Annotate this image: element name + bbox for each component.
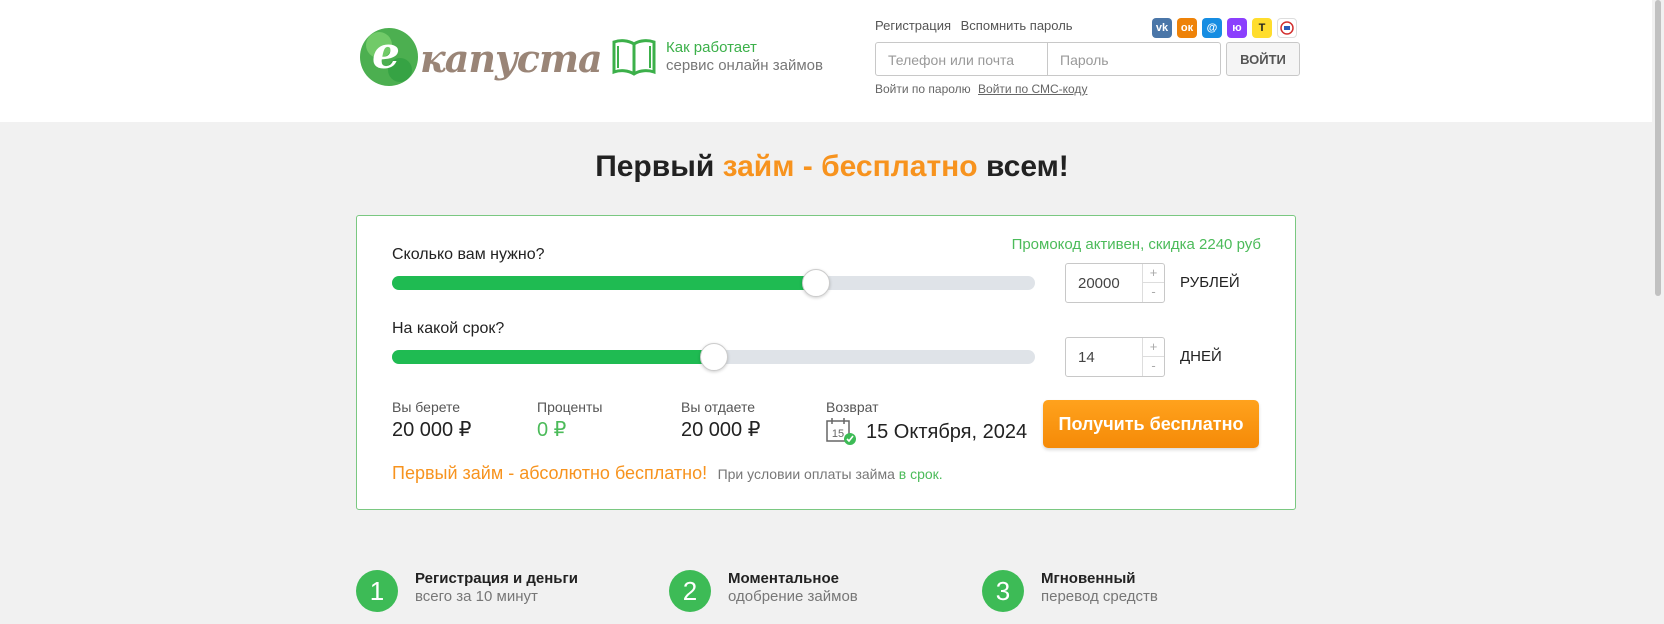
tinkoff-icon[interactable]: T xyxy=(1252,18,1272,38)
take-amount: Вы берете 20 000 ₽ xyxy=(392,399,471,442)
amount-slider[interactable] xyxy=(392,269,1035,297)
calendar-check-icon: 15 xyxy=(826,418,856,445)
how-it-works-link[interactable]: Как работает сервис онлайн займов xyxy=(612,38,823,76)
promo-status: Промокод активен, скидка 2240 руб xyxy=(1011,236,1261,253)
step-item: 2 Моментальное одобрение займов xyxy=(669,570,858,612)
interest-label: Проценты xyxy=(537,399,603,415)
vk-icon[interactable]: vk xyxy=(1152,18,1172,38)
amount-value[interactable]: 20000 xyxy=(1078,275,1120,292)
title-part3: всем! xyxy=(977,150,1069,183)
yumoney-icon[interactable]: ю xyxy=(1227,18,1247,38)
logo-letter: e xyxy=(372,28,400,79)
step-item: 3 Мгновенный перевод средств xyxy=(982,570,1158,612)
step-title: Мгновенный xyxy=(1041,570,1136,587)
step-subtitle: всего за 10 минут xyxy=(415,588,538,605)
password-input[interactable]: Пароль xyxy=(1048,42,1221,76)
login-mode-links: Войти по паролю Войти по СМС-коду xyxy=(875,82,1300,96)
return-label: Возврат xyxy=(826,399,879,415)
term-increase-button[interactable]: + xyxy=(1143,338,1164,357)
term-stepper-buttons: + - xyxy=(1142,338,1164,376)
odnoklassniki-icon[interactable]: ок xyxy=(1177,18,1197,38)
free-loan-note: Первый займ - абсолютно бесплатно! При у… xyxy=(392,463,943,484)
how-it-works-line1: Как работает xyxy=(666,39,757,56)
step-number: 2 xyxy=(669,570,711,612)
login-by-sms-link[interactable]: Войти по СМС-коду xyxy=(978,82,1087,96)
calendar-day: 15 xyxy=(832,428,844,440)
on-time-link[interactable]: в срок. xyxy=(899,466,943,482)
register-link[interactable]: Регистрация xyxy=(875,18,951,33)
term-decrease-button[interactable]: - xyxy=(1143,357,1164,376)
amount-increase-button[interactable]: + xyxy=(1143,264,1164,283)
take-label: Вы берете xyxy=(392,399,461,415)
step-number: 1 xyxy=(356,570,398,612)
title-part1: Первый xyxy=(595,150,723,183)
take-value: 20 000 ₽ xyxy=(392,419,472,441)
term-unit: ДНЕЙ xyxy=(1180,348,1222,365)
title-highlight: займ - бесплатно xyxy=(722,150,978,183)
gosuslugi-icon[interactable] xyxy=(1277,18,1297,38)
login-inputs: Телефон или почта Пароль ВОЙТИ xyxy=(875,42,1300,76)
amount-slider-handle[interactable] xyxy=(802,269,831,297)
how-it-works-text: Как работает сервис онлайн займов xyxy=(666,39,823,75)
step-subtitle: одобрение займов xyxy=(728,588,858,605)
how-it-works-line2: сервис онлайн займов xyxy=(666,57,823,74)
mail-icon[interactable]: @ xyxy=(1202,18,1222,38)
book-icon xyxy=(612,39,656,76)
step-title: Моментальное xyxy=(728,570,839,587)
term-slider[interactable] xyxy=(392,343,1035,371)
term-question: На какой срок? xyxy=(392,320,505,337)
give-amount: Вы отдаете 20 000 ₽ xyxy=(681,399,760,442)
logo[interactable]: e капуста xyxy=(360,28,603,88)
interest-value: 0 ₽ xyxy=(537,419,567,441)
amount-question: Сколько вам нужно? xyxy=(392,246,545,263)
login-by-password-link[interactable]: Войти по паролю xyxy=(875,82,971,96)
page-scrollbar[interactable] xyxy=(1652,0,1664,624)
gosuslugi-emblem-icon xyxy=(1280,21,1294,35)
term-slider-fill xyxy=(392,350,714,364)
login-button[interactable]: ВОЙТИ xyxy=(1226,42,1300,76)
free-loan-condition: При условии оплаты займа xyxy=(717,466,899,482)
term-slider-handle[interactable] xyxy=(699,343,728,371)
social-login-icons: vk ок @ ю T xyxy=(1152,18,1302,38)
interest-amount: Проценты 0 ₽ xyxy=(537,399,603,442)
site-header: e капуста Как работает сервис онлайн зай… xyxy=(0,0,1664,122)
page-title: Первый займ - бесплатно всем! xyxy=(0,150,1664,184)
phone-or-email-input[interactable]: Телефон или почта xyxy=(875,42,1048,76)
amount-stepper-buttons: + - xyxy=(1142,264,1164,302)
scrollbar-thumb[interactable] xyxy=(1655,0,1661,296)
forgot-password-link[interactable]: Вспомнить пароль xyxy=(961,18,1073,33)
return-date-row: 15 15 Октября, 2024 xyxy=(826,417,1027,445)
step-subtitle: перевод средств xyxy=(1041,588,1158,605)
free-loan-headline: Первый займ - абсолютно бесплатно! xyxy=(392,463,708,483)
amount-unit: РУБЛЕЙ xyxy=(1180,274,1240,291)
step-number: 3 xyxy=(982,570,1024,612)
give-value: 20 000 ₽ xyxy=(681,419,761,441)
logo-name: капуста xyxy=(420,36,603,81)
step-item: 1 Регистрация и деньги всего за 10 минут xyxy=(356,570,578,612)
amount-slider-fill xyxy=(392,276,817,290)
amount-stepper[interactable]: 20000 + - xyxy=(1065,263,1165,303)
loan-calculator: Промокод активен, скидка 2240 руб Скольк… xyxy=(356,215,1296,510)
give-label: Вы отдаете xyxy=(681,399,756,415)
step-title: Регистрация и деньги xyxy=(415,570,579,587)
benefit-steps: 1 Регистрация и деньги всего за 10 минут… xyxy=(356,570,1296,620)
return-date-value: 15 Октября, 2024 xyxy=(866,420,1028,443)
get-free-loan-button[interactable]: Получить бесплатно xyxy=(1043,400,1259,448)
term-stepper[interactable]: 14 + - xyxy=(1065,337,1165,377)
return-date: Возврат 15 15 Октября, 2024 xyxy=(826,399,1027,445)
term-value[interactable]: 14 xyxy=(1078,349,1095,366)
amount-decrease-button[interactable]: - xyxy=(1143,283,1164,302)
